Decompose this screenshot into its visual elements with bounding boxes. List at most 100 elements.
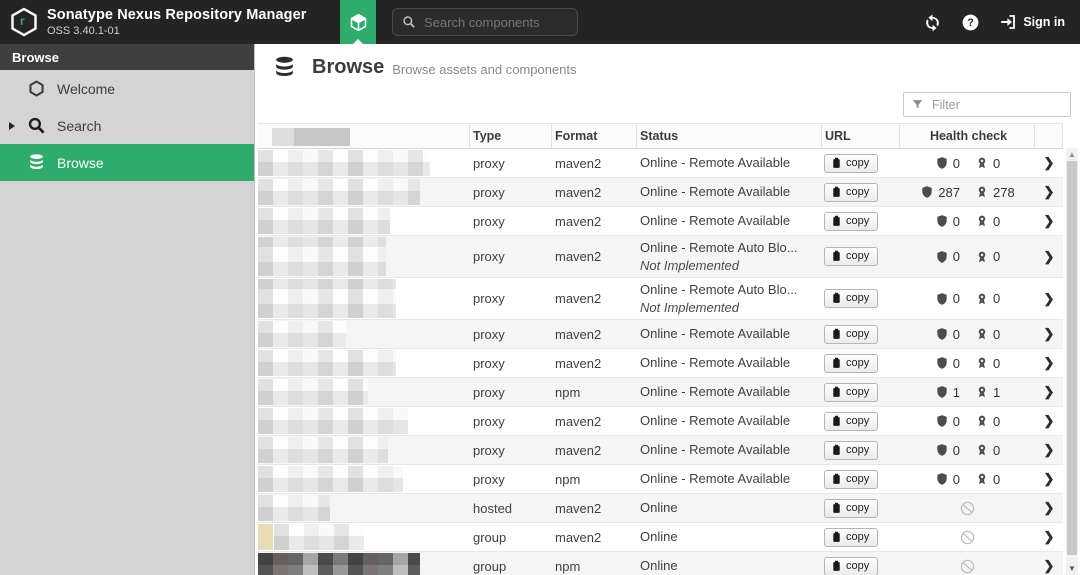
health-check-cell[interactable]: 00 [900, 472, 1035, 487]
table-row[interactable]: hosted maven2 Online copy ❯ [258, 494, 1063, 523]
global-search-box[interactable] [392, 8, 602, 36]
health-check-cell[interactable]: 00 [900, 214, 1035, 229]
health-check-cell[interactable]: 00 [900, 291, 1035, 306]
vertical-scrollbar[interactable]: ▲ ▼ [1066, 148, 1078, 575]
column-header-url[interactable]: URL [822, 124, 900, 148]
sidebar-item-search[interactable]: Search [0, 107, 254, 144]
scroll-up-icon[interactable]: ▲ [1066, 148, 1078, 161]
table-body: proxy maven2 Online - Remote Available copy… [258, 149, 1063, 575]
chevron-right-icon[interactable]: ❯ [1035, 291, 1063, 307]
column-header-status[interactable]: Status [637, 124, 822, 148]
table-row[interactable]: group npm Online copy ❯ [258, 552, 1063, 575]
column-header-health-check[interactable]: Health check [900, 124, 1035, 148]
sidebar-item-welcome[interactable]: Welcome [0, 70, 254, 107]
copy-url-button[interactable]: copy [824, 289, 879, 308]
repo-format: maven2 [555, 355, 602, 371]
copy-url-button[interactable]: copy [824, 556, 879, 575]
clipboard-icon [831, 328, 842, 340]
database-icon [27, 153, 46, 172]
table-row[interactable]: proxy npm Online - Remote Available copy 0 0 ❯ [258, 465, 1063, 494]
repo-url-cell: copy [822, 469, 900, 489]
chevron-right-icon[interactable]: ❯ [1035, 326, 1063, 342]
chevron-right-icon[interactable]: ❯ [1035, 213, 1063, 229]
repo-status: Online - Remote Available [640, 413, 791, 429]
search-components-input[interactable] [422, 13, 602, 31]
copy-url-button[interactable]: copy [824, 411, 879, 431]
license-issues-count: 1 [993, 384, 1001, 400]
redacted-block [258, 179, 420, 205]
chevron-right-icon[interactable]: ❯ [1035, 249, 1063, 265]
copy-url-button[interactable]: copy [824, 440, 879, 460]
clipboard-icon [831, 444, 842, 456]
copy-url-button[interactable]: copy [824, 469, 879, 489]
chevron-right-icon[interactable]: ❯ [1035, 155, 1063, 171]
help-icon[interactable]: ? [961, 13, 980, 32]
table-row[interactable]: proxy maven2 Online - Remote Available copy… [258, 436, 1063, 465]
table-row[interactable]: group maven2 Online copy ❯ [258, 523, 1063, 552]
expander-arrow-icon[interactable] [9, 121, 15, 130]
column-header-format[interactable]: Format [552, 124, 637, 148]
repo-type: group [473, 558, 507, 574]
repo-url-cell: copy [822, 498, 900, 518]
table-row[interactable]: proxy maven2 Online - Remote Auto Blo... No… [258, 236, 1063, 278]
copy-url-button[interactable]: copy [824, 498, 879, 518]
copy-url-button[interactable]: copy [824, 153, 879, 173]
health-check-cell[interactable]: 00 [900, 249, 1035, 264]
copy-url-button[interactable]: copy [824, 527, 879, 547]
chevron-right-icon[interactable]: ❯ [1035, 500, 1063, 516]
svg-text:?: ? [968, 17, 975, 29]
sonatype-logo-icon: r [10, 7, 38, 37]
copy-url-button[interactable]: copy [824, 182, 879, 202]
table-row[interactable]: proxy maven2 Online - Remote Available copy… [258, 178, 1063, 207]
chevron-right-icon[interactable]: ❯ [1035, 471, 1063, 487]
chevron-right-icon[interactable]: ❯ [1035, 529, 1063, 545]
health-check-cell[interactable] [900, 558, 1035, 575]
column-header-name-redacted[interactable] [258, 124, 470, 148]
clipboard-icon [831, 215, 842, 227]
repo-status: Online - Remote Available [640, 326, 791, 342]
table-row[interactable]: proxy maven2 Online - Remote Auto Blo... No… [258, 278, 1063, 320]
copy-url-button[interactable]: copy [824, 247, 879, 266]
repo-type: hosted [473, 500, 513, 516]
chevron-right-icon[interactable]: ❯ [1035, 355, 1063, 371]
repo-type: proxy [473, 213, 505, 229]
health-check-cell[interactable] [900, 529, 1035, 546]
health-check-cell[interactable]: 00 [900, 356, 1035, 371]
sidebar-item-browse[interactable]: Browse [0, 144, 254, 181]
filter-input[interactable] [930, 96, 1080, 113]
health-check-cell[interactable]: 00 [900, 327, 1035, 342]
table-row[interactable]: proxy npm Online - Remote Available copy 1 1 ❯ [258, 378, 1063, 407]
refresh-icon[interactable] [923, 13, 942, 32]
health-check-cell[interactable]: 00 [900, 156, 1035, 171]
chevron-right-icon[interactable]: ❯ [1035, 184, 1063, 200]
sign-in-button[interactable]: Sign in [999, 13, 1065, 31]
table-row[interactable]: proxy maven2 Online - Remote Available copy… [258, 407, 1063, 436]
column-header-type[interactable]: Type [470, 124, 552, 148]
filter-box[interactable] [903, 92, 1080, 117]
table-row[interactable]: proxy maven2 Online - Remote Available copy… [258, 207, 1063, 236]
browse-mode-tab[interactable] [340, 0, 376, 44]
shield-icon [935, 472, 949, 486]
repo-status: Online [640, 500, 678, 516]
shield-icon [935, 356, 949, 370]
chevron-right-icon[interactable]: ❯ [1035, 558, 1063, 574]
health-check-cell[interactable]: 11 [900, 385, 1035, 400]
chevron-right-icon[interactable]: ❯ [1035, 442, 1063, 458]
health-check-cell[interactable]: 00 [900, 414, 1035, 429]
redacted-block [274, 524, 364, 550]
scroll-down-icon[interactable]: ▼ [1066, 562, 1078, 575]
license-badge-icon [975, 327, 989, 341]
copy-url-button[interactable]: copy [824, 353, 879, 373]
copy-url-button[interactable]: copy [824, 382, 879, 402]
copy-url-button[interactable]: copy [824, 324, 879, 344]
table-row[interactable]: proxy maven2 Online - Remote Available copy… [258, 149, 1063, 178]
table-row[interactable]: proxy maven2 Online - Remote Available copy… [258, 320, 1063, 349]
health-check-cell[interactable] [900, 500, 1035, 517]
copy-url-button[interactable]: copy [824, 211, 879, 231]
chevron-right-icon[interactable]: ❯ [1035, 413, 1063, 429]
table-row[interactable]: proxy maven2 Online - Remote Available copy… [258, 349, 1063, 378]
chevron-right-icon[interactable]: ❯ [1035, 384, 1063, 400]
health-check-cell[interactable]: 00 [900, 443, 1035, 458]
scrollbar-thumb[interactable] [1067, 161, 1077, 555]
health-check-cell[interactable]: 287 278 [900, 185, 1035, 200]
